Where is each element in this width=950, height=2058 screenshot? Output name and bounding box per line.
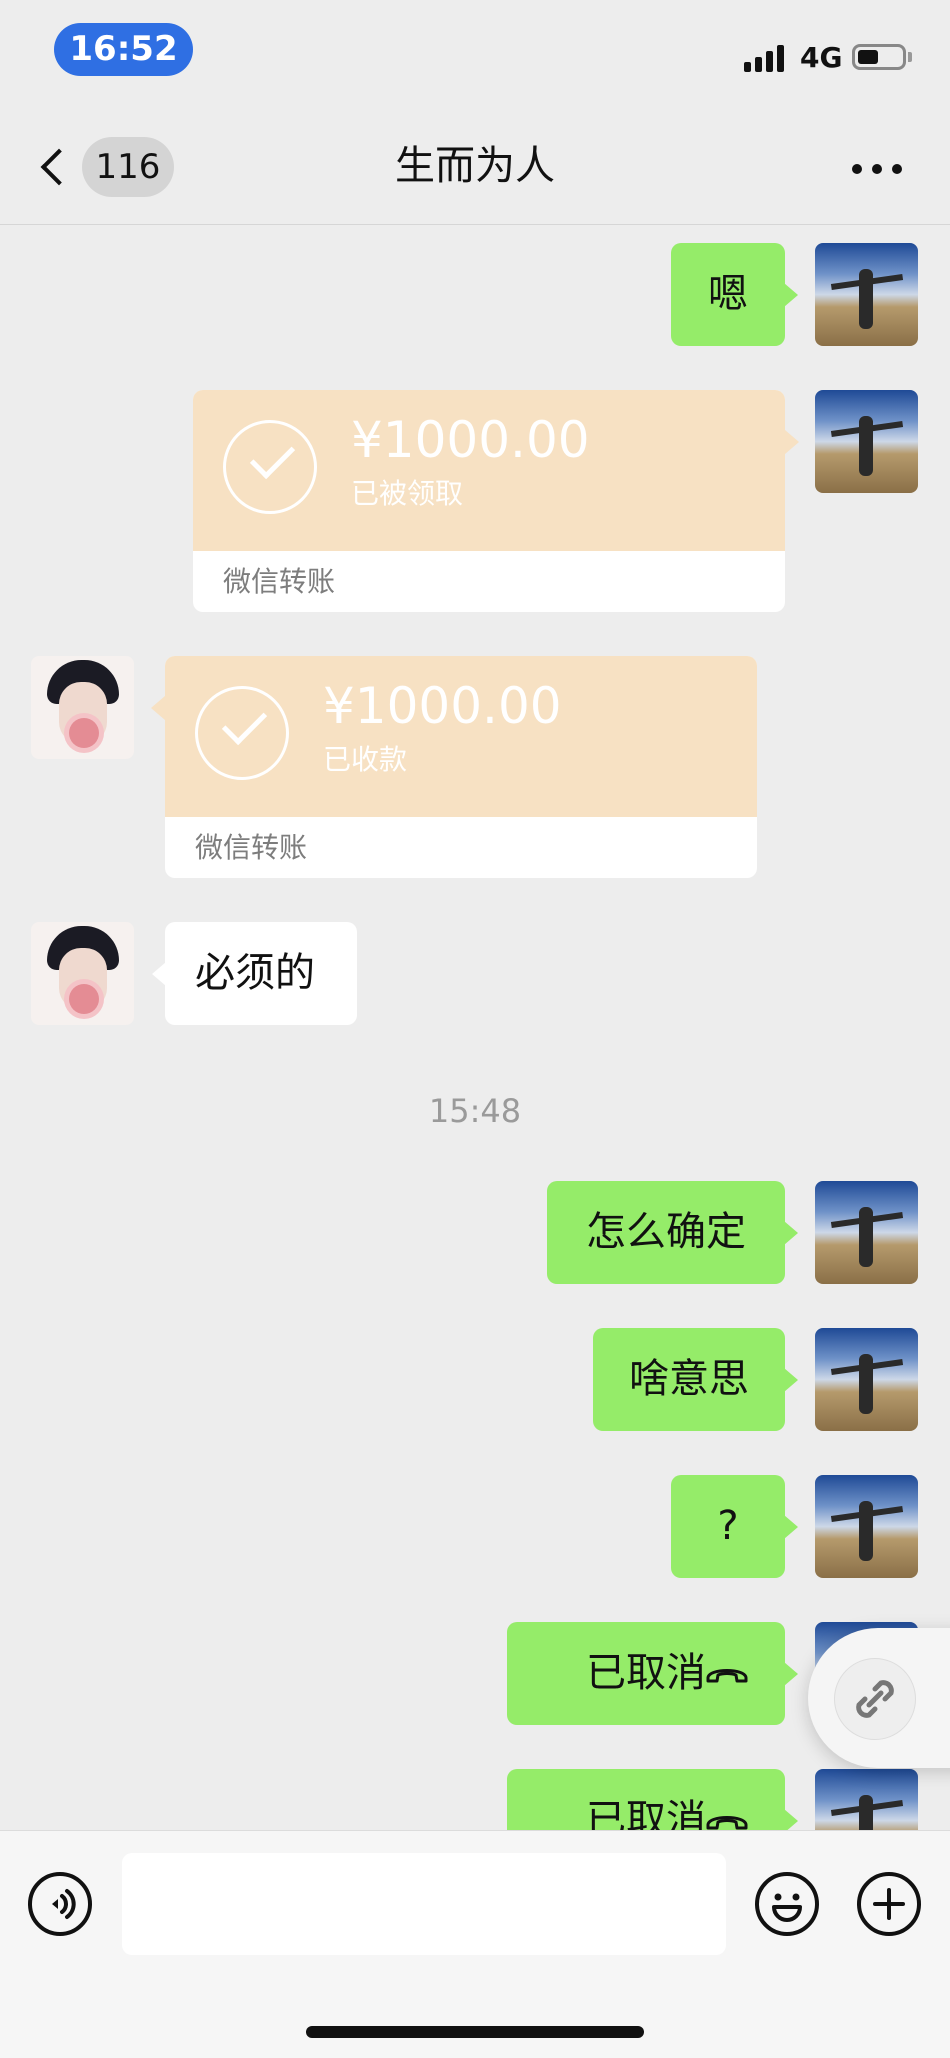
- call-record-bubble[interactable]: 已取消: [507, 1769, 798, 1830]
- avatar-self[interactable]: [815, 1769, 918, 1830]
- check-circle-icon: [195, 686, 289, 780]
- more-icon[interactable]: [852, 164, 902, 176]
- battery-icon: [852, 44, 906, 70]
- chat-input-bar: [0, 1830, 950, 2058]
- message-bubble-outgoing[interactable]: ?: [671, 1475, 798, 1578]
- signal-icon: [744, 44, 788, 72]
- avatar-self[interactable]: [815, 390, 918, 493]
- voice-icon[interactable]: [28, 1872, 92, 1936]
- message-list[interactable]: 嗯 ¥1000.00 已被领取 微信转账 ¥1000.00 已收款 微信转账 必…: [0, 225, 950, 1830]
- avatar-self[interactable]: [815, 1475, 918, 1578]
- chat-nav-bar: 116 生而为人: [0, 110, 950, 225]
- call-status-text: 已取消: [586, 1797, 706, 1830]
- message-timestamp: 15:48: [428, 1092, 522, 1130]
- status-bar: 16:52 4G: [0, 0, 950, 110]
- network-type: 4G: [800, 41, 843, 74]
- avatar-contact[interactable]: [31, 922, 134, 1025]
- transfer-status: 已被领取: [351, 477, 464, 510]
- message-bubble-outgoing[interactable]: 怎么确定: [547, 1181, 798, 1284]
- call-status-text: 已取消: [586, 1650, 706, 1696]
- link-icon: [856, 1680, 894, 1718]
- transfer-amount: ¥1000.00: [351, 411, 590, 469]
- message-input[interactable]: [122, 1853, 726, 1955]
- floating-link-button[interactable]: [808, 1628, 950, 1768]
- bubble-tail: [151, 696, 165, 720]
- avatar-contact[interactable]: [31, 656, 134, 759]
- floating-link-circle: [834, 1658, 916, 1740]
- emoji-icon[interactable]: [755, 1872, 819, 1936]
- avatar-self[interactable]: [815, 1181, 918, 1284]
- message-bubble-outgoing[interactable]: 啥意思: [593, 1328, 798, 1431]
- transfer-label: 微信转账: [223, 565, 336, 598]
- chat-title: 生而为人: [395, 143, 555, 189]
- call-record-bubble[interactable]: 已取消: [507, 1622, 798, 1725]
- home-indicator[interactable]: [306, 2026, 644, 2038]
- transfer-label: 微信转账: [195, 831, 308, 864]
- battery-cap: [908, 52, 912, 62]
- transfer-amount: ¥1000.00: [323, 677, 562, 735]
- check-circle-icon: [223, 420, 317, 514]
- transfer-card-outgoing[interactable]: ¥1000.00 已被领取 微信转账: [193, 390, 785, 612]
- bubble-tail: [785, 430, 799, 454]
- phone-hangup-icon: [706, 1816, 748, 1830]
- status-time: 16:52: [54, 23, 193, 76]
- phone-hangup-icon: [706, 1669, 748, 1683]
- avatar-self[interactable]: [815, 243, 918, 346]
- avatar-self[interactable]: [815, 1328, 918, 1431]
- message-bubble-incoming[interactable]: 必须的: [152, 922, 357, 1025]
- transfer-status: 已收款: [323, 743, 408, 776]
- plus-icon[interactable]: [857, 1872, 921, 1936]
- transfer-card-incoming[interactable]: ¥1000.00 已收款 微信转账: [165, 656, 757, 878]
- message-bubble-outgoing[interactable]: 嗯: [671, 243, 798, 346]
